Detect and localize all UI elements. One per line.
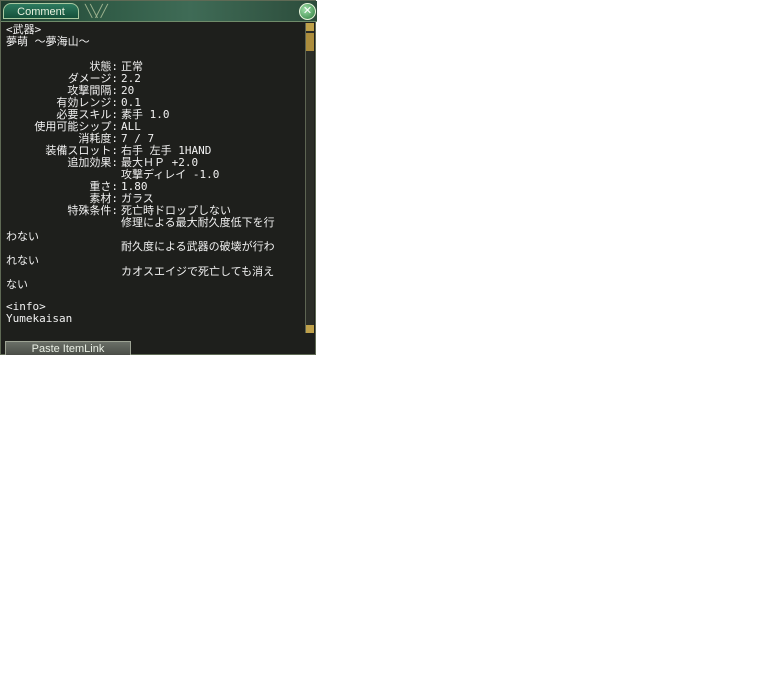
scroll-up-arrow-icon[interactable] — [306, 23, 314, 31]
wrap-line: ない — [6, 278, 28, 291]
scroll-thumb[interactable] — [306, 33, 314, 51]
item-comment-window: Comment ╲╲╱╱ ✕ <武器> 夢萌 ～夢海山～ 状態: 正常 ダメージ… — [0, 0, 317, 355]
vertical-scrollbar[interactable] — [305, 23, 314, 333]
stat-label: 追加効果: — [67, 156, 118, 169]
stat-label: 特殊条件: — [67, 204, 118, 217]
close-icon[interactable]: ✕ — [299, 3, 316, 20]
stat-value-continued: 修理による最大耐久度低下を行 — [121, 216, 275, 229]
wrap-line: れない — [6, 254, 39, 267]
scroll-down-arrow-icon[interactable] — [306, 325, 314, 333]
item-details: <武器> 夢萌 ～夢海山～ 状態: 正常 ダメージ: 2.2 攻撃間隔: 20 … — [6, 23, 296, 341]
stat-value-continued: カオスエイジで死亡しても消え — [121, 265, 275, 278]
info-text: Yumekaisan — [6, 312, 73, 325]
wrap-line: わない — [6, 230, 39, 243]
item-name: 夢萌 ～夢海山～ — [6, 35, 90, 48]
paste-itemlink-button[interactable]: Paste ItemLink — [5, 341, 131, 355]
titlebar-ornament: ╲╲╱╱ — [85, 4, 108, 18]
comment-tab[interactable]: Comment — [3, 3, 79, 19]
stat-value-continued: 耐久度による武器の破壊が行わ — [121, 240, 275, 253]
window-titlebar[interactable]: Comment ╲╲╱╱ ✕ — [1, 1, 317, 22]
